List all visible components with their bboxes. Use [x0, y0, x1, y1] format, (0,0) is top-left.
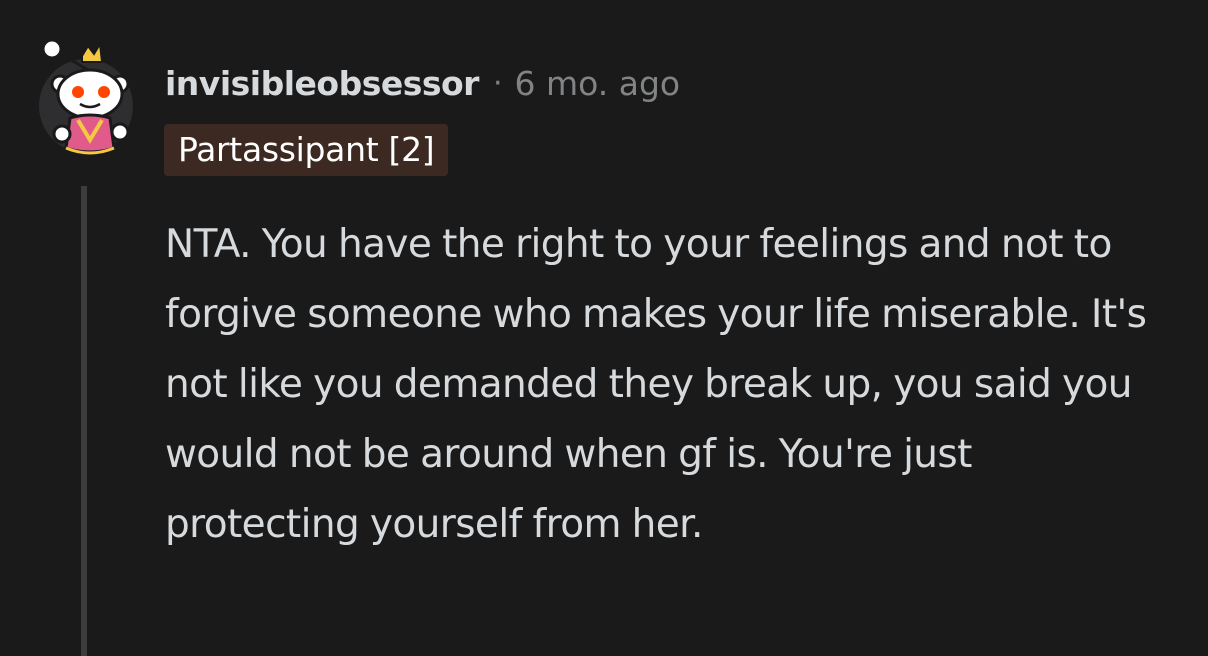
user-avatar-icon[interactable] — [36, 36, 140, 160]
comment-timestamp[interactable]: 6 mo. ago — [515, 64, 681, 103]
author-username[interactable]: invisibleobsessor — [165, 64, 479, 103]
comment: invisibleobsessor · 6 mo. ago Partassipa… — [0, 0, 1208, 656]
user-flair: Partassipant [2] — [164, 124, 449, 176]
comment-body: NTA. You have the right to your feelings… — [165, 210, 1165, 560]
comment-meta: invisibleobsessor · 6 mo. ago — [165, 58, 680, 108]
meta-separator: · — [492, 65, 503, 101]
thread-collapse-line[interactable] — [81, 186, 87, 656]
comment-body-text: NTA. You have the right to your feelings… — [165, 222, 1147, 547]
